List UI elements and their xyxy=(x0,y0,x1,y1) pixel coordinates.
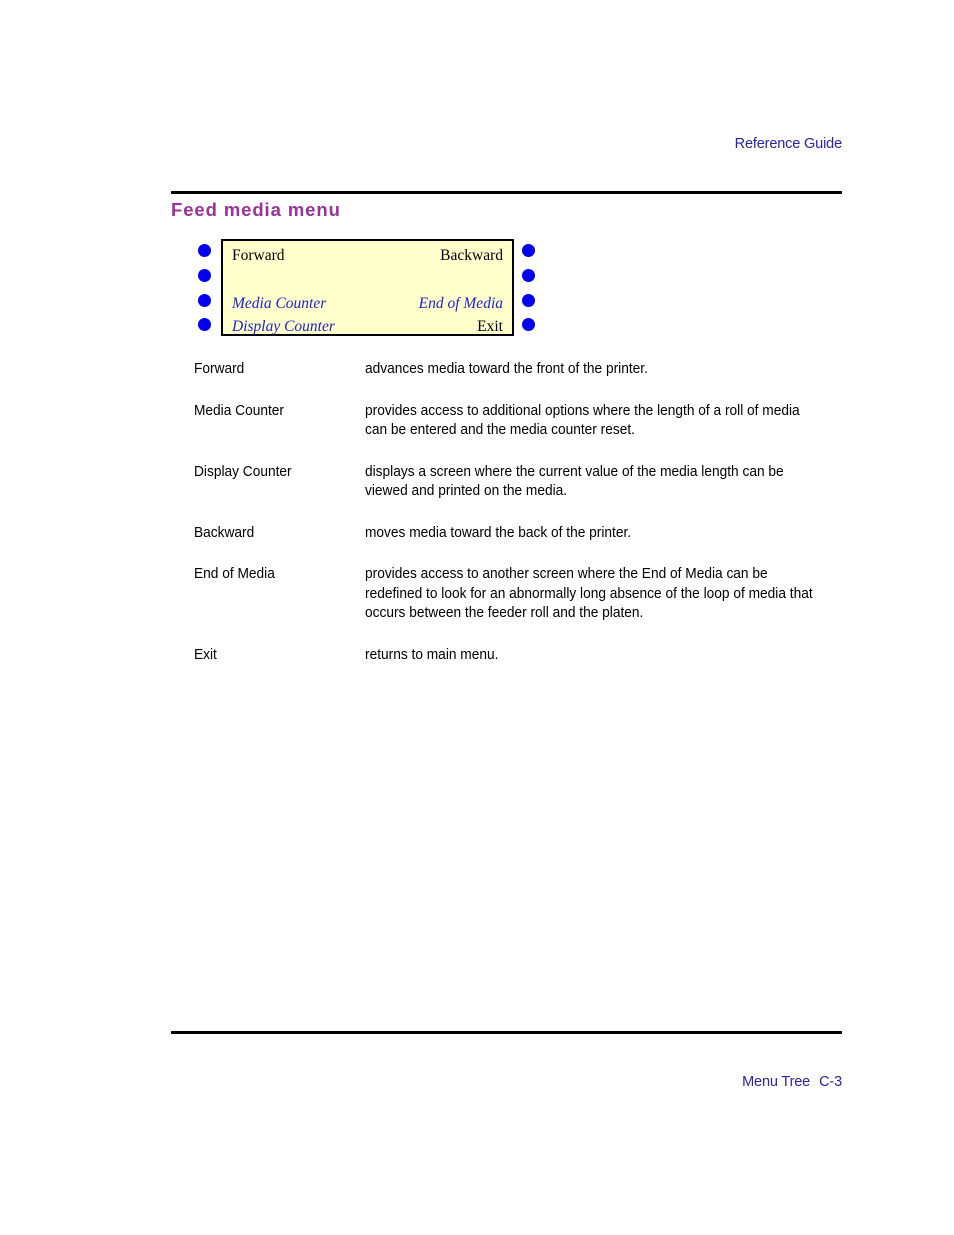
right-bullet-column xyxy=(522,238,536,340)
definition-term: Forward xyxy=(194,361,245,377)
definition-text: returns to main menu. xyxy=(365,646,499,663)
menu-item-backward[interactable]: Backward xyxy=(440,247,503,265)
bullet-dot-icon xyxy=(198,294,211,307)
left-bullet-column xyxy=(198,238,212,340)
definition-text: provides access to another screen where … xyxy=(365,566,813,621)
bullet-dot-icon xyxy=(522,244,535,257)
definition-entry: Forward advances media toward the front … xyxy=(194,360,854,380)
definition-term: Exit xyxy=(194,646,217,663)
menu-row: Media Counter End of Media xyxy=(232,291,503,316)
definition-entry: Display Counter displays a screen where … xyxy=(194,463,854,502)
definition-term: End of Media xyxy=(194,566,275,582)
definition-term: Media Counter xyxy=(194,402,284,419)
bullet-dot-icon xyxy=(522,318,535,331)
bullet-dot-icon xyxy=(522,269,535,282)
definition-text: provides access to additional options wh… xyxy=(365,402,800,439)
running-footer: Menu Tree C-3 xyxy=(171,1074,842,1090)
definition-entry: Backward moves media toward the back of … xyxy=(194,524,854,544)
bullet-dot-icon xyxy=(198,318,211,331)
bullet-dot-icon xyxy=(198,244,211,257)
footer-chapter-label: Menu Tree xyxy=(742,1074,811,1090)
footer-rule xyxy=(171,1031,842,1034)
definition-entry: End of Media provides access to another … xyxy=(194,565,854,624)
page-title: Feed media menu xyxy=(171,199,341,220)
definition-text: displays a screen where the current valu… xyxy=(365,463,784,500)
definition-term: Display Counter xyxy=(194,463,292,480)
bullet-dot-icon xyxy=(522,294,535,307)
menu-row xyxy=(232,267,503,292)
definition-list: Forward advances media toward the front … xyxy=(194,360,854,687)
definition-entry: Exit returns to main menu. xyxy=(194,646,854,666)
definition-entry: Media Counter provides access to additio… xyxy=(194,402,854,441)
menu-item-display-counter[interactable]: Display Counter xyxy=(232,318,335,336)
header-rule xyxy=(171,191,842,194)
running-header: Reference Guide xyxy=(734,136,843,152)
bullet-dot-icon xyxy=(198,269,211,282)
menu-item-exit[interactable]: Exit xyxy=(477,318,503,336)
menu-item-media-counter[interactable]: Media Counter xyxy=(232,295,326,313)
menu-row: Display Counter Exit xyxy=(232,314,503,339)
definition-text: moves media toward the back of the print… xyxy=(365,524,632,541)
menu-item-forward[interactable]: Forward xyxy=(232,247,285,265)
definition-term: Backward xyxy=(194,524,255,541)
menu-row: Forward Backward xyxy=(232,243,503,268)
definition-text: advances media toward the front of the p… xyxy=(365,361,648,377)
footer-page-number: C-3 xyxy=(819,1074,842,1090)
menu-panel: Forward Backward Media Counter End of Me… xyxy=(221,239,514,336)
menu-diagram: Forward Backward Media Counter End of Me… xyxy=(198,238,543,340)
menu-item-end-of-media[interactable]: End of Media xyxy=(419,295,503,313)
document-page: { "header": { "running_head": "Reference… xyxy=(0,0,954,1235)
